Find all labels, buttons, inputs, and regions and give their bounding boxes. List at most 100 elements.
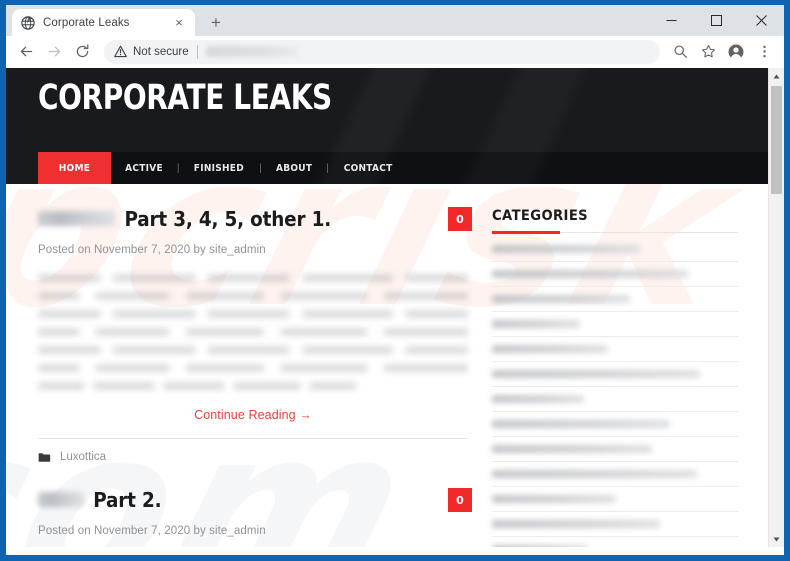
post-item: Part 2. 0 Posted on November 7, 2020 by … [38,485,472,537]
redacted-text-line [38,382,357,390]
new-tab-button[interactable]: + [205,11,227,33]
sidebar-category-item[interactable] [492,362,738,387]
continue-reading-link[interactable]: Continue Reading → [194,408,312,422]
redacted-text-line [38,274,468,282]
nav-item-contact[interactable]: CONTACT [329,152,407,184]
sidebar-category-label-redacted [492,495,616,503]
browser-tab[interactable]: Corporate Leaks × [12,9,195,36]
sidebar-category-label-redacted [492,245,640,253]
url-text-redacted[interactable] [205,46,298,57]
sidebar-category-item[interactable] [492,287,738,312]
sidebar-category-item[interactable] [492,312,738,337]
security-status-text: Not secure [133,45,189,58]
site-header: CORPORATE LEAKS HOME ACTIVE | FINISHED | [6,68,768,184]
scroll-up-arrow-icon[interactable] [769,68,784,84]
sidebar: CATEGORIES [472,184,768,547]
site-content: pcrisk com Part 3, 4, 5, other 1. 0 Post… [6,184,768,547]
scroll-down-arrow-icon[interactable] [769,531,784,547]
star-icon[interactable] [694,38,722,66]
nav-item-finished[interactable]: FINISHED [179,152,259,184]
scrollbar-thumb[interactable] [771,86,782,194]
maximize-button[interactable] [694,5,739,36]
redacted-text-line [38,346,468,354]
sidebar-category-label-redacted [492,320,580,328]
tab-title: Corporate Leaks [43,16,130,29]
back-button[interactable] [12,38,40,66]
nav-label-active: ACTIVE [124,162,163,174]
sidebar-category-label-redacted [492,345,608,353]
sidebar-category-item[interactable] [492,337,738,362]
three-dot-menu-icon[interactable] [750,38,778,66]
post-title-redacted-prefix [38,211,116,226]
omnibox-divider [196,44,198,59]
post-item: Part 3, 4, 5, other 1. 0 Posted on Novem… [38,204,472,463]
vertical-scrollbar[interactable] [768,68,784,547]
post-meta: Posted on November 7, 2020 by site_admin [38,244,266,256]
toolbar-actions [666,38,778,66]
globe-icon [20,15,35,30]
site-navigation: HOME ACTIVE | FINISHED | ABOUT | CONTACT [38,152,768,184]
redacted-text-line [38,364,468,372]
sidebar-category-item[interactable] [492,537,738,547]
nav-item-about[interactable]: ABOUT [262,152,326,184]
sidebar-category-label-redacted [492,545,588,547]
post-title[interactable]: Part 2. [38,488,162,512]
sidebar-category-item[interactable] [492,387,738,412]
reload-button[interactable] [68,38,96,66]
post-meta: Posted on November 7, 2020 by site_admin [38,525,266,537]
close-window-button[interactable] [739,5,784,36]
site-logo-title[interactable]: CORPORATE LEAKS [38,80,332,117]
comment-count-badge[interactable]: 0 [448,207,472,231]
sidebar-category-item[interactable] [492,412,738,437]
post-title-redacted-prefix [38,492,84,507]
page-viewport: CORPORATE LEAKS HOME ACTIVE | FINISHED | [6,68,784,547]
nav-label-about: ABOUT [275,162,313,174]
browser-toolbar: Not secure [6,36,784,68]
sidebar-category-list [492,237,738,547]
sidebar-category-item[interactable] [492,512,738,537]
nav-label-home: HOME [58,162,91,174]
search-icon[interactable] [666,38,694,66]
content-columns: Part 3, 4, 5, other 1. 0 Posted on Novem… [6,184,768,547]
sidebar-category-item[interactable] [492,462,738,487]
sidebar-category-label-redacted [492,270,688,278]
web-page: CORPORATE LEAKS HOME ACTIVE | FINISHED | [6,68,768,547]
sidebar-category-label-redacted [492,370,700,378]
tab-close-icon[interactable]: × [171,15,187,31]
nav-label-contact: CONTACT [343,162,393,174]
post-footer: Luxottica [38,438,468,463]
comment-count-badge[interactable]: 0 [448,488,472,512]
tab-strip: Corporate Leaks × + [6,5,784,36]
sidebar-title-underline [492,231,738,234]
post-title[interactable]: Part 3, 4, 5, other 1. [38,207,331,231]
address-bar[interactable]: Not secure [104,39,660,64]
sidebar-category-item[interactable] [492,262,738,287]
sidebar-category-item[interactable] [492,237,738,262]
redacted-text-line [38,310,468,318]
sidebar-category-item[interactable] [492,437,738,462]
continue-reading-wrap: Continue Reading → [38,406,468,424]
forward-button[interactable] [40,38,68,66]
post-title-text: Part 2. [93,488,162,512]
main-column: Part 3, 4, 5, other 1. 0 Posted on Novem… [6,184,472,547]
post-category-link[interactable]: Luxottica [60,451,106,463]
window-controls [649,5,784,36]
nav-item-home[interactable]: HOME [38,152,111,184]
sidebar-category-label-redacted [492,420,670,428]
redacted-text-line [38,328,468,336]
post-excerpt-redacted [38,274,468,390]
browser-chrome: Corporate Leaks × + Not secure CORPORATE… [6,5,784,555]
post-title-text: Part 3, 4, 5, other 1. [124,207,332,231]
sidebar-widget-title: CATEGORIES [492,208,589,224]
sidebar-category-label-redacted [492,395,584,403]
account-icon[interactable] [722,38,750,66]
post-header: Part 2. 0 [38,485,472,515]
browser-window: Corporate Leaks × + Not secure CORPORATE… [0,0,790,561]
sidebar-category-label-redacted [492,520,660,528]
nav-item-active[interactable]: ACTIVE [111,152,177,184]
sidebar-category-item[interactable] [492,487,738,512]
minimize-button[interactable] [649,5,694,36]
not-secure-warning-icon [114,45,127,58]
folder-icon [38,452,51,463]
sidebar-category-label-redacted [492,445,652,453]
